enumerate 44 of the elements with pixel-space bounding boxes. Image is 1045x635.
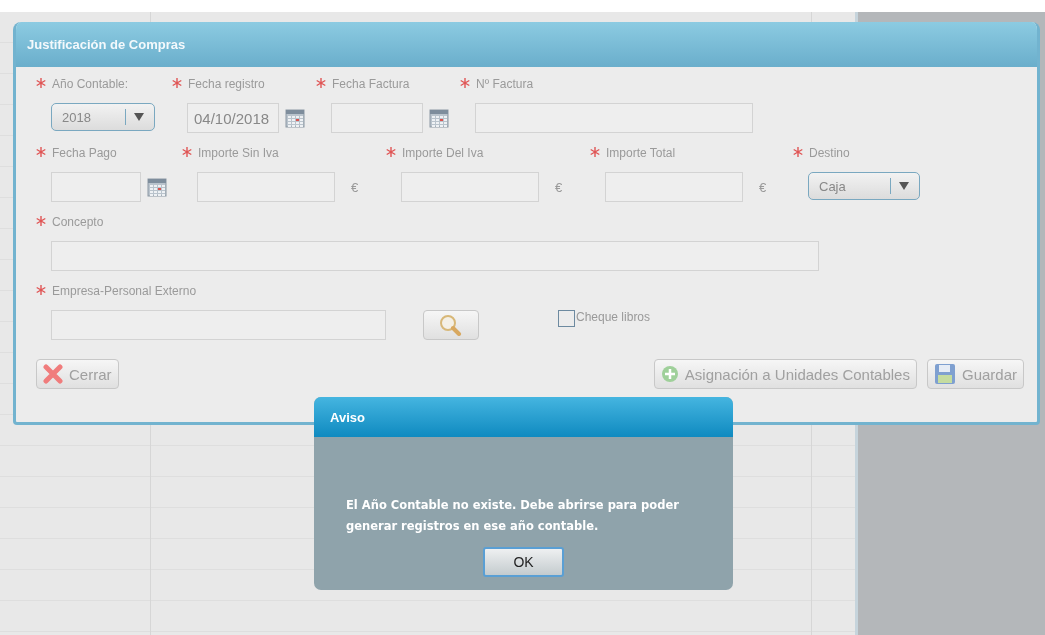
date-field[interactable] <box>331 103 423 133</box>
calendar-icon[interactable] <box>429 108 449 128</box>
date-field[interactable]: 04/10/2018 <box>187 103 279 133</box>
field-label: Fecha Factura <box>316 77 460 97</box>
checkbox[interactable] <box>558 310 575 327</box>
close-button[interactable]: Cerrar <box>36 359 119 389</box>
search-icon <box>439 314 463 336</box>
input-field[interactable] <box>51 241 819 271</box>
field-label: Importe Total <box>590 146 793 166</box>
field-label: Importe Del Iva <box>386 146 590 166</box>
amount-field[interactable] <box>401 172 539 202</box>
field-label: Empresa-Personal Externo <box>36 284 836 304</box>
amount-field[interactable] <box>197 172 335 202</box>
amount-field[interactable] <box>605 172 743 202</box>
input-field[interactable] <box>51 310 386 340</box>
close-icon <box>43 364 63 384</box>
dropdown[interactable]: 2018 <box>51 103 155 131</box>
dialog-title: Justificación de Compras <box>27 37 186 52</box>
alert-title: Aviso <box>330 409 365 425</box>
currency-symbol: € <box>555 179 563 195</box>
date-field[interactable] <box>51 172 141 202</box>
search-button[interactable] <box>423 310 479 340</box>
field-label: Nº Factura <box>460 77 860 97</box>
save-button[interactable]: Guardar <box>926 359 1024 389</box>
caret-icon <box>134 113 144 121</box>
plus-circle-icon <box>660 365 679 383</box>
field-label: Fecha Pago <box>36 146 182 166</box>
checkbox-label: Cheque libros <box>576 310 651 324</box>
currency-symbol: € <box>759 179 767 195</box>
save-icon <box>933 363 956 385</box>
currency-symbol: € <box>351 179 359 195</box>
input-field[interactable] <box>475 103 753 133</box>
dropdown[interactable]: Caja <box>808 172 920 200</box>
ok-button[interactable]: OK <box>483 547 564 577</box>
field-label: Destino <box>793 146 993 166</box>
assign-button[interactable]: Asignación a Unidades Contables <box>653 359 917 389</box>
field-label: Año Contable: <box>36 77 172 97</box>
calendar-icon[interactable] <box>285 108 305 128</box>
field-label: Fecha registro <box>172 77 316 97</box>
field-label: Importe Sin Iva <box>182 146 386 166</box>
alert-message: El Año Contable no existe. Debe abrirse para poder generar registros en ese año contable. <box>346 497 680 535</box>
field-label: Concepto <box>36 215 836 235</box>
caret-icon <box>899 182 909 190</box>
calendar-icon[interactable] <box>147 177 167 197</box>
